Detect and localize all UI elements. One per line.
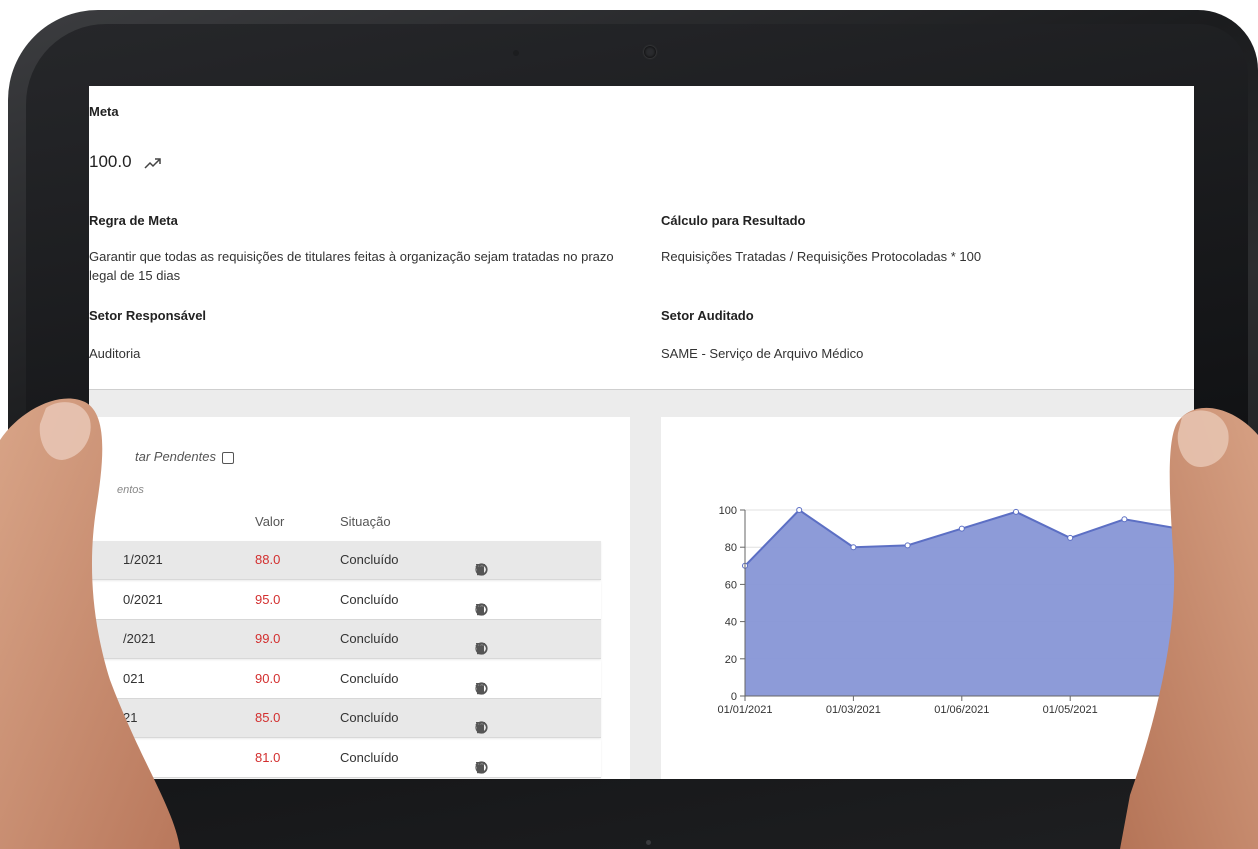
meta-value: 100.0 — [89, 152, 162, 172]
trending-up-icon — [144, 157, 162, 169]
row-value: 95.0 — [255, 591, 281, 607]
history-icon[interactable] — [475, 721, 488, 734]
data-point — [958, 525, 965, 532]
sensor-dot — [513, 50, 519, 56]
history-icon[interactable] — [475, 761, 488, 774]
regra-text: Garantir que todas as requisições de tit… — [89, 249, 614, 283]
calculo-label: Cálculo para Resultado — [661, 213, 806, 228]
row-status: Concluído — [340, 749, 399, 765]
header-situacao: Situação — [340, 514, 391, 529]
regra-label: Regra de Meta — [89, 213, 178, 228]
row-value: 88.0 — [255, 552, 281, 567]
meta-label: Meta — [89, 104, 119, 119]
row-value: 85.0 — [255, 710, 281, 725]
row-value: 90.0 — [255, 670, 281, 686]
history-icon[interactable] — [475, 682, 488, 695]
row-status: Concluído — [340, 631, 399, 646]
y-tick-label: 40 — [725, 617, 737, 629]
data-point — [796, 507, 803, 513]
row-status: Concluído — [340, 710, 399, 725]
calculo-text: Requisições Tratadas / Requisições Proto… — [661, 249, 982, 264]
data-point — [1067, 534, 1074, 541]
data-point — [1013, 508, 1019, 515]
history-icon[interactable] — [475, 603, 488, 616]
setor-auditado-text: SAME - Serviço de Arquivo Médico — [661, 346, 864, 361]
right-hand — [1120, 407, 1258, 849]
camera-icon — [644, 46, 656, 58]
y-tick-label: 20 — [725, 654, 737, 666]
y-tick-label: 100 — [719, 505, 737, 517]
y-tick-label: 60 — [725, 579, 737, 591]
x-tick-label: 01/01/2021 — [717, 704, 772, 716]
setor-auditado-label: Setor Auditado — [661, 308, 754, 323]
y-tick-label: 80 — [725, 542, 737, 554]
row-status: Concluído — [340, 670, 399, 686]
setor-responsavel-text: Auditoria — [89, 346, 141, 361]
goal-details-panel: Meta 100.0 Regra de Meta Garantir que to… — [89, 86, 1194, 390]
data-point — [904, 542, 911, 549]
x-tick-label: 01/03/2021 — [826, 704, 881, 716]
y-tick-label: 0 — [731, 691, 737, 703]
app-screen: Meta 100.0 Regra de Meta Garantir que to… — [89, 86, 1194, 779]
row-status: Concluído — [340, 591, 399, 607]
x-tick-label: 01/06/2021 — [934, 704, 989, 716]
data-point — [850, 544, 857, 551]
x-tick-label: 01/05/2021 — [1043, 704, 1098, 716]
history-icon[interactable] — [475, 563, 488, 576]
row-status: Concluído — [340, 552, 399, 567]
left-hand — [0, 398, 180, 849]
row-value: 99.0 — [255, 631, 281, 646]
meta-number: 100.0 — [89, 152, 132, 171]
setor-responsavel-label: Setor Responsável — [89, 308, 207, 323]
home-indicator — [646, 840, 651, 845]
show-pending-checkbox[interactable] — [221, 451, 234, 464]
row-value: 81.0 — [255, 749, 281, 765]
history-icon[interactable] — [475, 642, 488, 655]
header-valor: Valor — [255, 514, 285, 529]
